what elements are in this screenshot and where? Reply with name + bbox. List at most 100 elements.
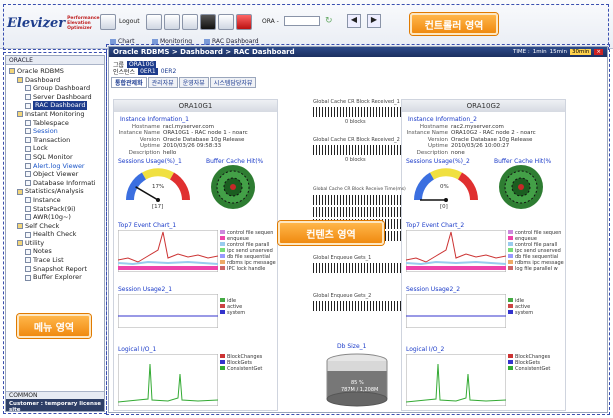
sidebar-item-database-informati[interactable]: Database Informati — [9, 179, 104, 188]
sidebar-item-sql-monitor[interactable]: SQL Monitor — [9, 153, 104, 162]
tab-system[interactable]: 시스템담당자뷰 — [209, 77, 257, 88]
sidebar-item-label: Snapshot Report — [33, 264, 87, 273]
sidebar-item-instant-monitoring[interactable]: Instant Monitoring — [9, 110, 104, 119]
sidebar-item-buffer-explorer[interactable]: Buffer Explorer — [9, 273, 104, 282]
sidebar-footer[interactable]: COMMON — [6, 391, 104, 399]
folder-icon — [17, 76, 23, 83]
callout-menu: 메뉴 영역 — [17, 314, 91, 338]
page-icon — [25, 197, 31, 204]
sidebar-item-label: Trace List — [33, 256, 64, 265]
sidebar-item-label: StatsPack(9i) — [33, 204, 76, 213]
sidebar-item-group-dashboard[interactable]: Group Dashboard — [9, 84, 104, 93]
folder-icon — [17, 111, 23, 118]
instance-panel-1: ORA10G1 Instance Information_1 Hostname rac… — [113, 99, 278, 411]
sidebar-item-alert-log-viewer[interactable]: Alert.log Viewer — [9, 162, 104, 171]
page-icon — [25, 119, 31, 126]
event-chart-title: Top7 Event Chart_1 — [118, 222, 177, 229]
db-size-value: 787M / 1,208M — [341, 387, 379, 393]
breadcrumb: Oracle RDBMS > Dashboard > RAC Dashboard — [113, 48, 295, 56]
page-icon — [25, 145, 31, 152]
sidebar-item-oracle-rdbms[interactable]: Oracle RDBMS — [9, 67, 104, 76]
sidebar-item-statistics-analysis[interactable]: Statistics/Analysis — [9, 187, 104, 196]
logical-io-chart — [406, 354, 506, 406]
session-legend: idle active system — [220, 298, 245, 316]
sidebar-item-statspack-9i[interactable]: StatsPack(9i) — [9, 205, 104, 214]
sessions-count: [17] — [152, 204, 164, 210]
sidebar-item-instance[interactable]: Instance — [9, 196, 104, 205]
instance-info-title: Instance Information_2 — [408, 116, 477, 123]
panel-title: ORA10G2 — [402, 100, 565, 112]
time-1min[interactable]: 1min — [533, 49, 547, 55]
event-legend: control file sequen enqueue control file p… — [508, 230, 564, 272]
time-30min[interactable]: 30min — [570, 49, 592, 55]
folder-icon — [17, 222, 23, 229]
sidebar-item-rac-dashboard[interactable]: RAC Dashboard — [9, 101, 104, 110]
menu-tree: Oracle RDBMS Dashboard Group Dashboard Serv… — [6, 65, 104, 282]
time-selector: TIME : 1min 15min 30min × — [512, 49, 603, 55]
sidebar-item-object-viewer[interactable]: Object Viewer — [9, 170, 104, 179]
callout-controller: 컨트롤러 영역 — [410, 13, 498, 35]
page-icon — [25, 85, 31, 92]
io-legend: BlockChanges BlockGets ConsistentGet — [508, 354, 550, 372]
sidebar-item-label: AWR(10g~) — [33, 213, 71, 222]
page-icon — [25, 214, 31, 221]
session-usage-chart — [406, 294, 506, 328]
tab-admin[interactable]: 관리자뷰 — [147, 77, 178, 88]
instance-1[interactable]: 0ER1 — [138, 68, 158, 75]
sidebar-item-notes[interactable]: Notes — [9, 247, 104, 256]
sidebar-item-label: RAC Dashboard — [33, 101, 88, 110]
sidebar-item-snapshot-report[interactable]: Snapshot Report — [9, 265, 104, 274]
sidebar-item-server-dashboard[interactable]: Server Dashboard — [9, 93, 104, 102]
sidebar-item-label: Dashboard — [25, 75, 61, 84]
legend-item: IPC lock handle — [220, 266, 276, 272]
sidebar-item-transaction[interactable]: Transaction — [9, 136, 104, 145]
folder-icon — [17, 188, 23, 195]
db-size-title: Db Size_1 — [337, 343, 367, 350]
panel-title: ORA10G1 — [114, 100, 277, 112]
view-tabs: 통합관제화 관리자뷰 운영자뷰 시스템담당자뷰 — [111, 77, 257, 88]
sidebar-item-label: Buffer Explorer — [33, 273, 82, 282]
sidebar-item-label: Group Dashboard — [33, 84, 91, 93]
sidebar-item-self-check[interactable]: Self Check — [9, 222, 104, 231]
sidebar-item-tablespace[interactable]: Tablespace — [9, 119, 104, 128]
callout-contents: 컨텐츠 영역 — [278, 221, 384, 245]
instance-info: Hostname rac2.myserver.com Instance Name OR… — [406, 124, 536, 156]
buffer-cache-radial — [211, 165, 255, 209]
sidebar-item-label: Notes — [33, 247, 52, 256]
tab-operator[interactable]: 운영자뷰 — [178, 77, 209, 88]
cr-receive-time-label: Global Cache CR Block Receive Time(ms) — [313, 187, 406, 192]
close-icon[interactable]: × — [594, 49, 603, 55]
sidebar-item-label: Database Informati — [33, 178, 96, 187]
sidebar-item-lock[interactable]: Lock — [9, 144, 104, 153]
logical-io-title: Logical I/O_2 — [406, 346, 445, 353]
db-size-pct: 85 % — [351, 380, 364, 386]
sidebar-item-session[interactable]: Session — [9, 127, 104, 136]
page-icon — [25, 180, 31, 187]
sidebar-item-utility[interactable]: Utility — [9, 239, 104, 248]
page-icon — [25, 231, 31, 238]
sidebar-item-trace-list[interactable]: Trace List — [9, 256, 104, 265]
sidebar-item-dashboard[interactable]: Dashboard — [9, 76, 104, 85]
logical-io-title: Logical I/O_1 — [118, 346, 157, 353]
session-usage-title: Session Usage2_2 — [406, 286, 461, 293]
sessions-pct: 17% — [152, 184, 165, 190]
event-legend: control file sequen enqueue control file p… — [220, 230, 276, 272]
cr-block-2-label: Global Cache CR Block Received_2 — [313, 137, 400, 143]
cr-block-1-label: Global Cache CR Block Received_1 — [313, 99, 400, 105]
io-legend: BlockChanges BlockGets ConsistentGet — [220, 354, 262, 372]
sidebar-header: ORACLE — [6, 56, 104, 65]
sidebar-item-label: Self Check — [25, 221, 60, 230]
instance-2[interactable]: 0ER2 — [161, 68, 177, 75]
time-15min[interactable]: 15min — [550, 49, 567, 55]
rac-metrics: Global Cache CR Block Received_1 0 block… — [313, 99, 406, 411]
page-icon — [25, 205, 31, 212]
folder-icon — [9, 68, 15, 75]
logical-io-chart — [118, 354, 218, 406]
sidebar-item-health-check[interactable]: Health Check — [9, 230, 104, 239]
page-icon — [25, 274, 31, 281]
session-usage-title: Session Usage2_1 — [118, 286, 173, 293]
sidebar-item-label: Server Dashboard — [33, 92, 92, 101]
tab-integrated[interactable]: 통합관제화 — [111, 77, 147, 88]
sidebar-item-awr-10g[interactable]: AWR(10g~) — [9, 213, 104, 222]
session-legend: idle active system — [508, 298, 533, 316]
